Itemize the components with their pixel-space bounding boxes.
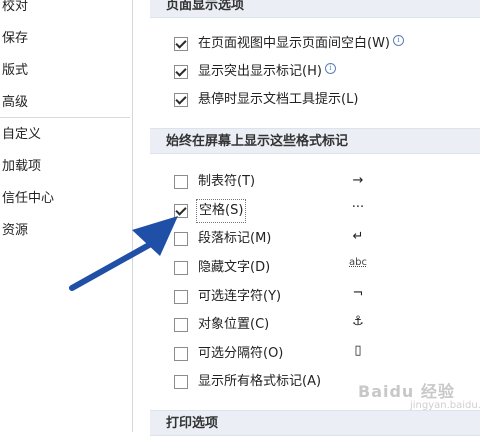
checkbox-show-all-marks[interactable] [174, 375, 188, 389]
option-tab-chars[interactable]: 制表符(T) [174, 172, 255, 192]
sidebar-item-save[interactable]: 保存 [0, 28, 132, 50]
options-sidebar: 校对 保存 版式 高级 自定义 加载项 信任中心 资源 [0, 0, 133, 432]
sidebar-item-customize[interactable]: 自定义 [0, 124, 132, 146]
info-icon: i [393, 34, 404, 46]
option-hidden-text[interactable]: 隐藏文字(D) [174, 258, 270, 278]
hidden-text-icon: abc [349, 257, 367, 268]
option-label: 可选分隔符(O) [198, 346, 284, 361]
option-spaces[interactable]: 空格(S) [174, 199, 247, 223]
space-mark-icon: ··· [351, 200, 365, 215]
option-optional-hyphens[interactable]: 可选连字符(Y) [174, 287, 281, 307]
option-optional-breaks[interactable]: 可选分隔符(O) [174, 344, 283, 364]
watermark-sub: jingyan.baidu.com [410, 400, 480, 411]
option-object-anchors[interactable]: 对象位置(C) [174, 315, 269, 335]
checkbox-show-whitespace[interactable] [174, 37, 188, 51]
option-label: 显示所有格式标记(A) [198, 374, 322, 389]
option-show-whitespace[interactable]: 在页面视图中显示页面间空白(W) i [174, 34, 404, 54]
sidebar-item-addins[interactable]: 加载项 [0, 156, 132, 178]
watermark: Baidu 经验 [358, 382, 455, 401]
option-label: 段落标记(M) [198, 231, 272, 246]
option-show-tooltips[interactable]: 悬停时显示文档工具提示(L) [174, 90, 358, 110]
checkbox-object-anchors[interactable] [174, 318, 188, 332]
option-show-all-marks[interactable]: 显示所有格式标记(A) [174, 372, 321, 392]
checkbox-optional-breaks[interactable] [174, 347, 188, 361]
anchor-icon: ⚓ [352, 314, 364, 329]
option-label: 悬停时显示文档工具提示(L) [198, 92, 359, 107]
optional-hyphen-icon: ¬ [352, 286, 364, 301]
option-label: 显示突出显示标记(H) [198, 64, 322, 79]
sidebar-item-trust-center[interactable]: 信任中心 [0, 188, 132, 210]
sidebar-divider [0, 117, 130, 118]
section-header-format-marks: 始终在屏幕上显示这些格式标记 [150, 128, 480, 154]
option-label: 隐藏文字(D) [198, 260, 271, 275]
option-paragraph-marks[interactable]: 段落标记(M) [174, 229, 271, 249]
sidebar-item-advanced[interactable]: 高级 [0, 92, 132, 114]
sidebar-item-layout[interactable]: 版式 [0, 60, 132, 82]
optional-break-icon: ▯ [354, 343, 362, 358]
option-label: 在页面视图中显示页面间空白(W) [198, 36, 390, 51]
checkbox-paragraph-marks[interactable] [174, 232, 188, 246]
option-show-highlighter[interactable]: 显示突出显示标记(H) i [174, 62, 336, 82]
tab-mark-icon: → [352, 173, 364, 188]
checkbox-show-highlighter[interactable] [174, 65, 188, 79]
paragraph-mark-icon: ↵ [352, 229, 364, 244]
checkbox-show-tooltips[interactable] [174, 93, 188, 107]
option-label: 可选连字符(Y) [198, 289, 282, 304]
sidebar-item-resources[interactable]: 资源 [0, 220, 132, 242]
option-label: 空格(S) [195, 199, 247, 223]
section-header-print: 打印选项 [150, 410, 480, 436]
option-label: 对象位置(C) [198, 317, 270, 332]
sidebar-item-proofing[interactable]: 校对 [0, 0, 132, 18]
section-header-page-display: 页面显示选项 [150, 0, 480, 18]
checkbox-spaces[interactable] [174, 204, 188, 218]
checkbox-tab-chars[interactable] [174, 175, 188, 189]
checkbox-hidden-text[interactable] [174, 261, 188, 275]
options-main-panel: 页面显示选项 在页面视图中显示页面间空白(W) i 显示突出显示标记(H) i … [150, 0, 480, 436]
info-icon: i [324, 62, 336, 74]
option-label: 制表符(T) [198, 174, 256, 189]
checkbox-optional-hyphens[interactable] [174, 290, 188, 304]
